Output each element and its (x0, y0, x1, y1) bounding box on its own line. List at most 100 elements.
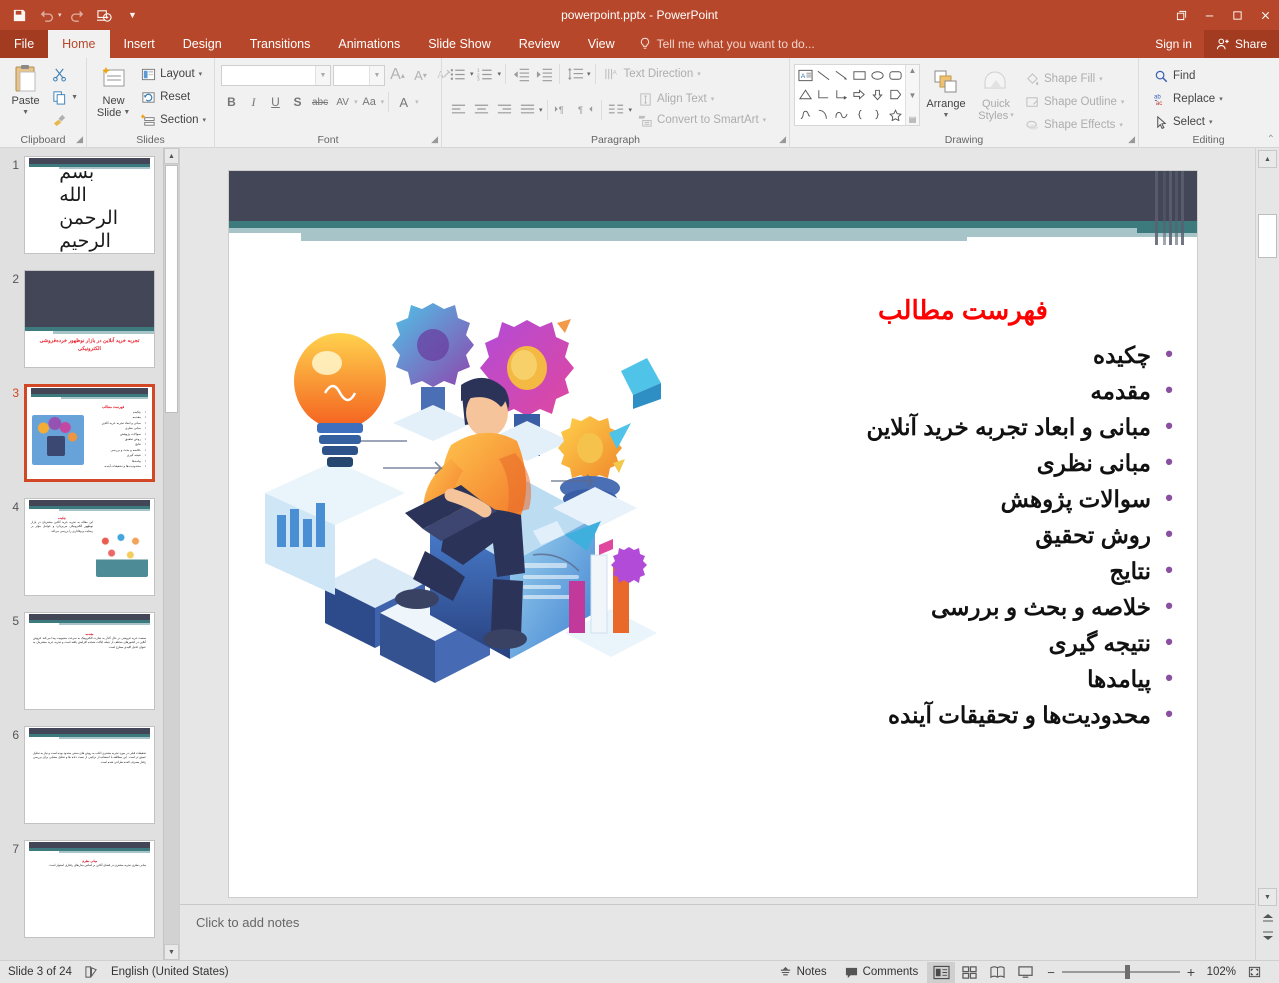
shape-effects-button[interactable]: Shape Effects ▾ (1020, 114, 1128, 136)
columns-dropdown-icon[interactable]: ▾ (629, 106, 633, 114)
scroll-down-icon[interactable]: ▼ (1258, 888, 1277, 906)
section-button[interactable]: Section ▾ (136, 109, 210, 131)
smartart-dropdown-icon[interactable]: ▾ (763, 116, 767, 124)
shape-rectangle-icon[interactable] (850, 66, 868, 85)
slide-thumbnail-5[interactable]: مقدمه صنعت خرید فروشی در حال گذار به تجا… (24, 612, 155, 710)
thumbnail-scrollbar[interactable]: ▲ ▼ (163, 148, 179, 960)
change-case-dropdown-icon[interactable]: ▾ (381, 98, 385, 106)
next-slide-button[interactable] (1258, 928, 1277, 944)
shape-pentagon-icon[interactable] (886, 85, 904, 104)
tab-review[interactable]: Review (505, 30, 574, 58)
layout-dropdown-icon[interactable]: ▾ (199, 70, 203, 78)
tab-view[interactable]: View (574, 30, 629, 58)
shape-right-brace-icon[interactable] (868, 105, 886, 124)
close-button[interactable] (1251, 0, 1279, 30)
drawing-dialog-launcher[interactable]: ◢ (1128, 134, 1135, 145)
align-left-button[interactable] (447, 99, 469, 121)
line-spacing-button[interactable] (564, 63, 586, 85)
font-size-dropdown-icon[interactable]: ▼ (369, 65, 384, 85)
find-button[interactable]: Find (1149, 65, 1227, 87)
align-center-button[interactable] (470, 99, 492, 121)
minimize-button[interactable] (1195, 0, 1223, 30)
numbering-dropdown-icon[interactable]: ▾ (498, 70, 502, 78)
shape-oval-icon[interactable] (868, 66, 886, 85)
shape-effects-dropdown-icon[interactable]: ▾ (1119, 121, 1123, 129)
zoom-percentage[interactable]: 102% (1202, 966, 1236, 978)
section-dropdown-icon[interactable]: ▾ (202, 116, 206, 124)
reset-button[interactable]: Reset (136, 86, 210, 108)
increase-indent-button[interactable] (533, 63, 555, 85)
slide-thumbnail-3[interactable]: فهرست مطالب چکیده مقدمه مبانی و ابعاد تج… (24, 384, 155, 482)
cut-button[interactable] (47, 63, 82, 85)
align-text-button[interactable]: Align Text ▾ (633, 89, 770, 109)
tab-animations[interactable]: Animations (324, 30, 414, 58)
bullets-dropdown-icon[interactable]: ▾ (470, 70, 474, 78)
zoom-slider-thumb[interactable] (1124, 965, 1130, 979)
bullets-button[interactable] (447, 63, 469, 85)
shapes-gallery-scrollbar[interactable]: ▲ ▼ ▤ (905, 65, 919, 125)
tell-me-search[interactable]: Tell me what you want to do... (629, 30, 825, 58)
previous-slide-button[interactable] (1258, 910, 1277, 926)
shape-arc-icon[interactable] (814, 105, 832, 124)
change-case-button[interactable]: Aa (359, 91, 380, 113)
shape-outline-button[interactable]: Shape Outline ▾ (1020, 91, 1128, 113)
slide-thumbnail-7[interactable]: مبانی نظری مبانی نظری تجربه مشتری در فضا… (24, 840, 155, 938)
thumbnail-item[interactable]: 4 چکیده این مقاله به تجربه خرید آنلاین م… (0, 498, 179, 596)
character-spacing-button[interactable]: AV (332, 91, 353, 113)
align-text-dropdown-icon[interactable]: ▾ (711, 95, 715, 103)
replace-dropdown-icon[interactable]: ▾ (1219, 95, 1223, 103)
quick-styles-dropdown-icon[interactable]: ▾ (1010, 110, 1014, 122)
zoom-control[interactable]: − + 102% (1039, 964, 1273, 980)
copy-dropdown-icon[interactable]: ▼ (71, 94, 78, 101)
numbering-button[interactable]: 123 (475, 63, 497, 85)
format-painter-button[interactable] (47, 109, 82, 131)
select-dropdown-icon[interactable]: ▾ (1209, 118, 1213, 126)
tab-file[interactable]: File (0, 30, 49, 58)
arrange-dropdown-icon[interactable]: ▼ (943, 110, 950, 122)
shapes-gallery[interactable]: A ▲ ▼ ▤ (794, 64, 920, 126)
table-of-contents[interactable]: فهرست مطالب چکیده مقدمه مبانی و ابعاد تج… (753, 293, 1173, 733)
sign-in-button[interactable]: Sign in (1143, 37, 1204, 51)
shape-scribble-icon[interactable] (796, 105, 814, 124)
slide-thumbnail-4[interactable]: چکیده این مقاله به تجربه خرید آنلاین مشت… (24, 498, 155, 596)
shapes-scroll-down-icon[interactable]: ▼ (909, 91, 917, 100)
tab-transitions[interactable]: Transitions (236, 30, 325, 58)
slide-thumbnail-6[interactable]: تحقیقات قبلی در مورد تجربه مشتری اغلب به… (24, 726, 155, 824)
font-name-dropdown-icon[interactable]: ▼ (315, 65, 330, 85)
scroll-up-icon[interactable]: ▲ (164, 148, 179, 164)
shapes-more-icon[interactable]: ▤ (909, 115, 917, 124)
justify-button[interactable] (516, 99, 538, 121)
character-spacing-dropdown-icon[interactable]: ▾ (354, 98, 358, 106)
tab-slide-show[interactable]: Slide Show (414, 30, 505, 58)
font-color-dropdown-icon[interactable]: ▾ (415, 98, 419, 106)
shape-fill-button[interactable]: Shape Fill ▾ (1020, 68, 1128, 90)
shape-triangle-icon[interactable] (796, 85, 814, 104)
scrollbar-thumb[interactable] (1258, 214, 1277, 258)
quick-styles-button[interactable]: Quick Styles ▾ (972, 64, 1020, 122)
customize-qat-icon[interactable]: ▼ (120, 3, 146, 27)
rtl-text-button[interactable]: ¶ (575, 99, 597, 121)
collapse-ribbon-button[interactable]: ⌃ (1267, 134, 1275, 145)
new-slide-button[interactable]: New Slide ▼ (91, 61, 136, 119)
scroll-down-icon[interactable]: ▼ (164, 944, 179, 960)
select-button[interactable]: Select ▾ (1149, 111, 1227, 133)
thumbnail-item[interactable]: 1 بسم الله الرحمن الرحیم (0, 156, 179, 254)
view-slide-show-button[interactable] (1011, 962, 1039, 983)
shape-left-brace-icon[interactable] (850, 105, 868, 124)
share-button[interactable]: Share (1203, 30, 1279, 58)
decrease-font-size-button[interactable]: A ▾ (410, 64, 431, 86)
text-direction-button[interactable]: A Text Direction ▾ (600, 63, 705, 85)
tab-design[interactable]: Design (169, 30, 236, 58)
increase-font-size-button[interactable]: A ▴ (387, 64, 408, 86)
slide-thumbnail-2[interactable]: تجربه خرید آنلاین در بازار نوظهور خرده‌ف… (24, 270, 155, 368)
shape-arrow-icon[interactable] (832, 66, 850, 85)
restore-down-button[interactable] (1167, 0, 1195, 30)
view-reading-button[interactable] (983, 962, 1011, 983)
notes-pane[interactable]: Click to add notes (180, 904, 1255, 960)
strikethrough-button[interactable]: abc (309, 91, 331, 113)
scroll-up-icon[interactable]: ▲ (1258, 150, 1277, 168)
shape-star-icon[interactable] (886, 105, 904, 124)
present-icon[interactable] (92, 3, 118, 27)
slide-scrollbar[interactable]: ▲ ▼ (1255, 148, 1279, 960)
view-normal-button[interactable] (927, 961, 956, 983)
